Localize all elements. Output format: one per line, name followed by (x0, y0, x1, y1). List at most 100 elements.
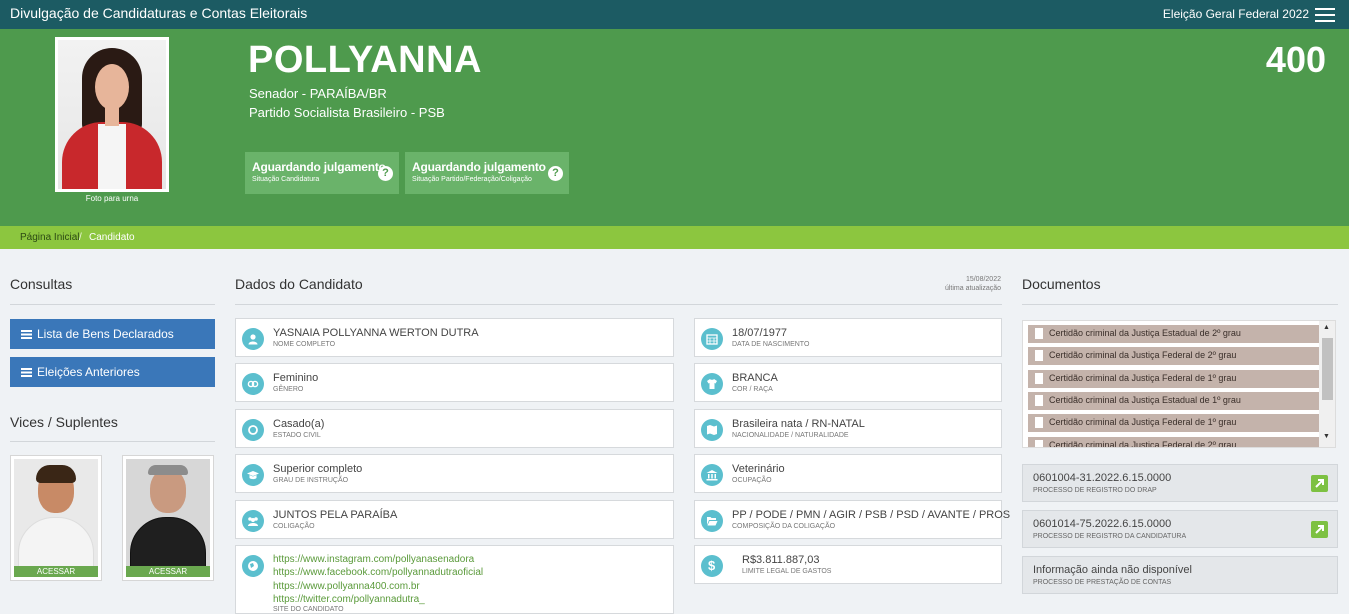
document-item-label: Certidão criminal da Justiça Federal de … (1049, 440, 1237, 448)
vice-photo (126, 459, 210, 568)
education-label: Grau de instrução (273, 477, 349, 484)
website-link[interactable]: https://www.pollyanna400.com.br (273, 581, 420, 592)
drap-process-card: 0601004-31.2022.6.15.0000 Processo de re… (1022, 464, 1338, 502)
document-item[interactable]: Certidão criminal da Justiça Estadual de… (1028, 392, 1319, 410)
education-value: Superior completo (273, 463, 363, 475)
candidate-photo (55, 37, 169, 192)
party-status-value: Aguardando julgamento (412, 160, 546, 174)
photo-caption: Foto para urna (85, 194, 139, 203)
accounts-process-card: Informação ainda não disponível Processo… (1022, 556, 1338, 594)
breadcrumb-separator: / (79, 232, 82, 243)
document-item-label: Certidão criminal da Justiça Federal de … (1049, 417, 1237, 427)
full-name-label: Nome completo (273, 341, 336, 348)
breadcrumb-home-link[interactable]: Página Inicial (20, 232, 79, 243)
coalition-composition-value: PP / PODE / PMN / AGIR / PSB / PSD / AVA… (732, 509, 1011, 521)
divider (10, 441, 215, 442)
coalition-composition-label: Composição da coligação (732, 523, 836, 530)
marital-status-value: Casado(a) (273, 418, 325, 430)
coalition-value: JUNTOS PELA PARAÍBA (273, 509, 398, 521)
websites-card: https://www.instagram.com/pollyanasenado… (235, 545, 674, 614)
document-item[interactable]: Certidão criminal da Justiça Federal de … (1028, 347, 1319, 365)
race-card: BRANCA Cor / raça (694, 363, 1002, 402)
website-link[interactable]: https://twitter.com/pollyannadutra_ (273, 594, 425, 605)
candidacy-process-value: 0601014-75.2022.6.15.0000 (1033, 518, 1172, 530)
spending-limit-card: $ R$3.811.887,03 Limite legal de gastos (694, 545, 1002, 584)
file-icon (1035, 373, 1043, 384)
website-link[interactable]: https://www.facebook.com/pollyannadutrao… (273, 567, 483, 578)
document-item-label: Certidão criminal da Justiça Estadual de… (1049, 395, 1241, 405)
help-icon[interactable]: ? (548, 166, 563, 181)
occupation-value: Veterinário (732, 463, 785, 475)
breadcrumb: Página Inicial / Candidato (0, 226, 1349, 249)
race-label: Cor / raça (732, 386, 773, 393)
user-icon (242, 328, 264, 350)
vice-card[interactable]: ACESSAR (122, 455, 214, 581)
help-icon[interactable]: ? (378, 166, 393, 181)
access-button[interactable]: ACESSAR (126, 566, 210, 577)
top-bar: Divulgação de Candidaturas e Contas Elei… (0, 0, 1349, 29)
dollar-icon: $ (701, 555, 723, 577)
birth-date-value: 18/07/1977 (732, 327, 788, 339)
documents-scrollbar[interactable]: ▲ ▼ (1319, 321, 1335, 447)
document-item[interactable]: Certidão criminal da Justiça Federal de … (1028, 414, 1319, 432)
candidate-party: Partido Socialista Brasileiro - PSB (249, 105, 445, 120)
candidate-office: Senador - PARAÍBA/BR (249, 86, 387, 101)
occupation-card: Veterinário Ocupação (694, 454, 1002, 493)
list-icon (21, 368, 32, 377)
candidacy-status-label: Situação Candidatura (252, 176, 320, 183)
globe-icon (242, 555, 264, 577)
coalition-composition-card: PP / PODE / PMN / AGIR / PSB / PSD / AVA… (694, 500, 1010, 539)
vice-card[interactable]: ACESSAR (10, 455, 102, 581)
document-item[interactable]: Certidão criminal da Justiça Estadual de… (1028, 325, 1319, 343)
coalition-label: Coligação (273, 523, 315, 530)
education-card: Superior completo Grau de instrução (235, 454, 674, 493)
breadcrumb-current: Candidato (89, 232, 135, 243)
hamburger-icon[interactable] (1315, 8, 1335, 22)
websites-label: Site do candidato (273, 606, 344, 613)
previous-elections-label: Eleições Anteriores (37, 365, 140, 379)
gender-value: Feminino (273, 372, 319, 384)
document-item[interactable]: Certidão criminal da Justiça Federal de … (1028, 437, 1319, 448)
coalition-card: JUNTOS PELA PARAÍBA Coligação (235, 500, 674, 539)
documents-list: Certidão criminal da Justiça Estadual de… (1022, 320, 1336, 448)
accounts-process-value: Informação ainda não disponível (1033, 564, 1192, 576)
marital-status-label: Estado civil (273, 432, 321, 439)
candidate-name: POLLYANNA (248, 39, 482, 81)
external-link-icon[interactable] (1311, 521, 1328, 538)
candidacy-process-label: Processo de registro da candidatura (1033, 533, 1187, 540)
candidate-number: 400 (1265, 39, 1326, 80)
spending-limit-label: Limite legal de gastos (742, 568, 832, 575)
birth-date-label: Data de nascimento (732, 341, 810, 348)
gender-card: Feminino Gênero (235, 363, 674, 402)
documents-title: Documentos (1022, 276, 1101, 292)
list-icon (21, 330, 32, 339)
candidacy-status: Aguardando julgamento Situação Candidatu… (245, 152, 399, 194)
document-item[interactable]: Certidão criminal da Justiça Federal de … (1028, 370, 1319, 388)
drap-process-value: 0601004-31.2022.6.15.0000 (1033, 472, 1172, 484)
candidacy-status-value: Aguardando julgamento (252, 160, 386, 174)
map-icon (701, 419, 723, 441)
file-icon (1035, 395, 1043, 406)
gender-label: Gênero (273, 386, 304, 393)
document-item-label: Certidão criminal da Justiça Estadual de… (1049, 328, 1241, 338)
file-icon (1035, 440, 1043, 447)
website-link[interactable]: https://www.instagram.com/pollyanasenado… (273, 554, 474, 565)
scroll-thumb[interactable] (1322, 338, 1333, 400)
nationality-value: Brasileira nata / RN-NATAL (732, 418, 865, 430)
document-item-label: Certidão criminal da Justiça Federal de … (1049, 350, 1237, 360)
assets-list-button[interactable]: Lista de Bens Declarados (10, 319, 215, 349)
calendar-icon (701, 328, 723, 350)
access-button[interactable]: ACESSAR (14, 566, 98, 577)
occupation-label: Ocupação (732, 477, 772, 484)
last-update: 15/08/2022 última atualização (945, 275, 1001, 293)
party-status: Aguardando julgamento Situação Partido/F… (405, 152, 569, 194)
election-name: Eleição Geral Federal 2022 (1162, 7, 1309, 21)
candidate-data-title: Dados do Candidato (235, 276, 363, 292)
previous-elections-button[interactable]: Eleições Anteriores (10, 357, 215, 387)
marital-status-card: Casado(a) Estado civil (235, 409, 674, 448)
divider (10, 304, 215, 305)
graduation-cap-icon (242, 464, 264, 486)
scroll-down-icon[interactable]: ▼ (1323, 433, 1330, 440)
external-link-icon[interactable] (1311, 475, 1328, 492)
scroll-up-icon[interactable]: ▲ (1323, 324, 1330, 331)
